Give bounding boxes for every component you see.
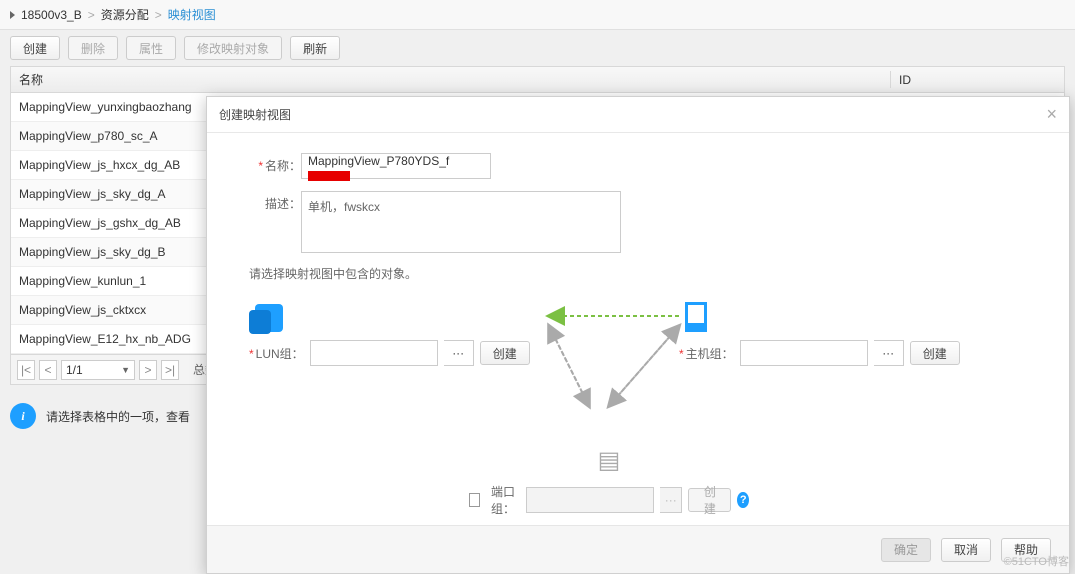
host-create-button[interactable]: 创建 [910, 341, 960, 365]
lun-browse-button[interactable]: ··· [444, 340, 474, 366]
group-area: LUN组： ··· 创建 主机组： ··· 创建 ▤ [249, 296, 1045, 526]
name-input[interactable]: MappingView_P780YDS_f [301, 153, 491, 179]
port-input [526, 487, 654, 513]
ok-button[interactable]: 确定 [881, 538, 931, 562]
host-input[interactable] [740, 340, 868, 366]
port-group: ▤ 端口组： ··· 创建 ? [469, 446, 749, 517]
host-label: 主机组： [679, 345, 734, 362]
host-browse-button[interactable]: ··· [874, 340, 904, 366]
port-browse-button: ··· [660, 487, 682, 513]
dialog-titlebar: 创建映射视图 × [207, 97, 1069, 133]
lun-create-button[interactable]: 创建 [480, 341, 530, 365]
dialog-body: 名称： MappingView_P780YDS_f 描述： 请选择映射视图中包含… [207, 133, 1069, 525]
port-icon: ▤ [469, 446, 749, 475]
desc-input[interactable] [301, 191, 621, 253]
help-icon[interactable]: ? [737, 492, 749, 508]
watermark: ©51CTO博客 [1004, 553, 1069, 569]
cancel-button[interactable]: 取消 [941, 538, 991, 562]
lun-icon [255, 304, 283, 332]
host-group: 主机组： ··· 创建 [679, 296, 960, 366]
dialog-footer: 确定 取消 帮助 [207, 525, 1069, 573]
name-label: 名称： [249, 153, 301, 174]
dialog-title: 创建映射视图 [219, 106, 291, 123]
port-checkbox[interactable] [469, 493, 480, 507]
redaction [308, 171, 350, 181]
lun-label: LUN组： [249, 345, 304, 362]
desc-label: 描述： [249, 191, 301, 212]
lun-input[interactable] [310, 340, 438, 366]
port-label: 端口组： [486, 483, 521, 517]
select-hint: 请选择映射视图中包含的对象。 [249, 265, 1045, 282]
port-create-button: 创建 [688, 488, 731, 512]
host-icon [685, 302, 707, 332]
create-mapping-dialog: 创建映射视图 × 名称： MappingView_P780YDS_f 描述： 请… [206, 96, 1070, 574]
lun-group: LUN组： ··· 创建 [249, 296, 530, 366]
close-icon[interactable]: × [1046, 104, 1057, 125]
